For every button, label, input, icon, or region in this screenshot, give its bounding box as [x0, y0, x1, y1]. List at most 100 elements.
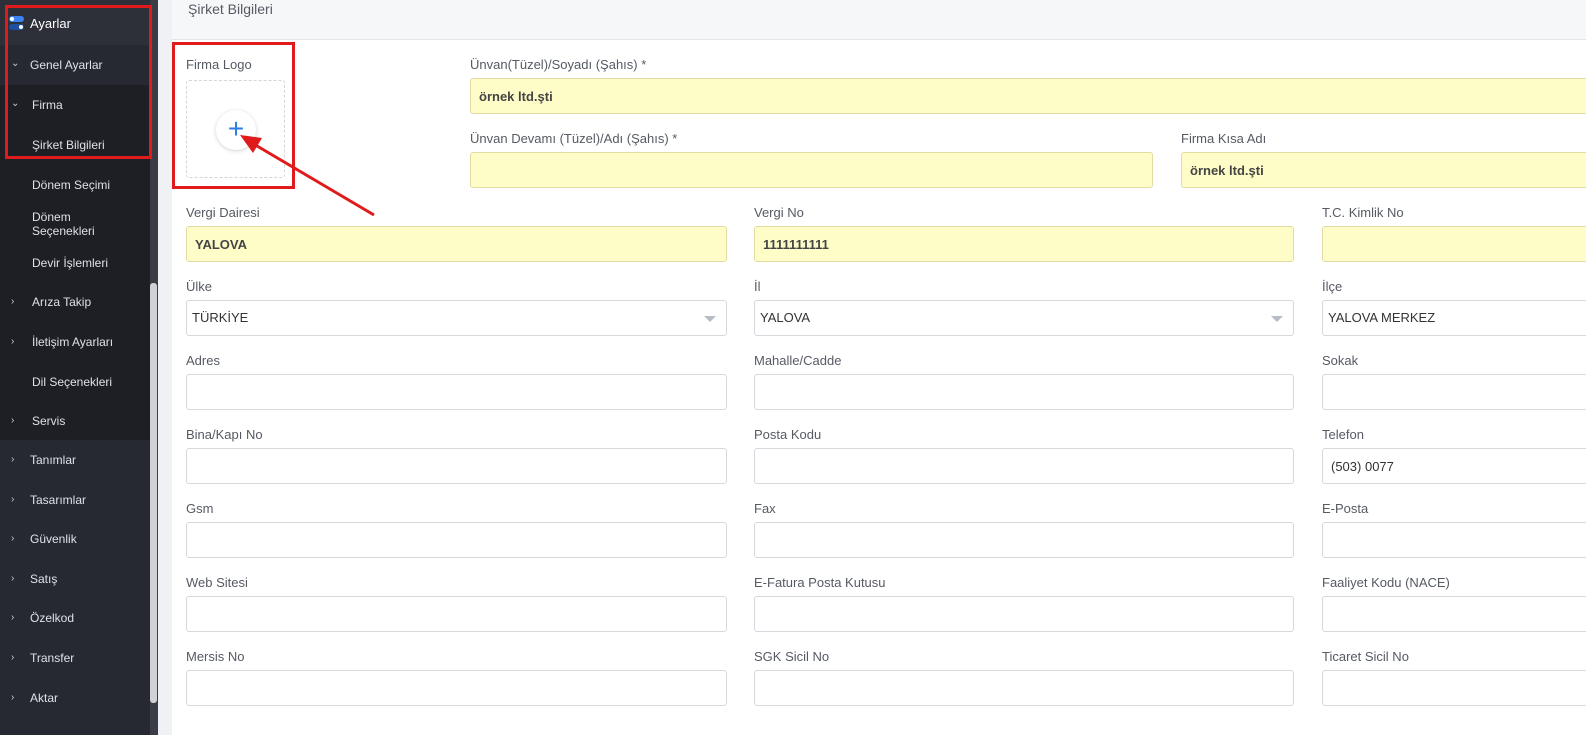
sgk-label: SGK Sicil No	[754, 649, 830, 664]
sidebar-item-donem-secenekleri[interactable]: Dönem Seçenekleri	[0, 205, 150, 245]
sidebar: Ayarlar ⌄ Genel Ayarlar ⌄ Firma Şirket B…	[0, 0, 158, 735]
sidebar-item-aktar[interactable]: › Aktar	[0, 680, 150, 720]
sidebar-item-label: Tasarımlar	[30, 493, 87, 507]
sidebar-item-satis[interactable]: › Satış	[0, 560, 150, 600]
chevron-right-icon: ›	[11, 573, 15, 584]
sidebar-item-tasarimlar[interactable]: › Tasarımlar	[0, 480, 150, 520]
fax-input[interactable]	[754, 522, 1294, 558]
telefon-input[interactable]	[1322, 448, 1586, 484]
adres-label: Adres	[186, 353, 220, 368]
sidebar-item-label: Dönem Seçenekleri	[32, 210, 95, 238]
sidebar-item-dil-secenekleri[interactable]: Dil Seçenekleri	[0, 363, 150, 403]
sidebar-title: Ayarlar	[30, 16, 71, 31]
gsm-input[interactable]	[186, 522, 727, 558]
sidebar-item-label: Dönem Seçimi	[32, 178, 111, 192]
posta-kodu-input[interactable]	[754, 448, 1294, 484]
unvan-label: Ünvan(Tüzel)/Soyadı (Şahıs) *	[470, 57, 647, 72]
chevron-right-icon: ›	[11, 494, 15, 505]
sidebar-item-donem-secimi[interactable]: Dönem Seçimi	[0, 165, 150, 205]
toggle-icon	[9, 16, 24, 30]
mahalle-label: Mahalle/Cadde	[754, 353, 842, 368]
ticaret-label: Ticaret Sicil No	[1322, 649, 1409, 664]
sokak-label: Sokak	[1322, 353, 1359, 368]
ilce-value: YALOVA MERKEZ	[1328, 310, 1436, 325]
sidebar-item-guvenlik[interactable]: › Güvenlik	[0, 520, 150, 560]
caret-down-icon	[704, 316, 716, 322]
sidebar-item-tanimlar[interactable]: › Tanımlar	[0, 440, 150, 480]
unvan-devami-label: Ünvan Devamı (Tüzel)/Adı (Şahıs) *	[470, 131, 678, 146]
sidebar-item-label: Özelkod	[30, 611, 75, 625]
sidebar-item-iletisim-ayarlari[interactable]: › İletişim Ayarları	[0, 323, 150, 363]
chevron-right-icon: ›	[11, 692, 15, 703]
sidebar-item-ariza-takip[interactable]: › Arıza Takip	[0, 283, 150, 323]
chevron-down-icon: ⌄	[11, 98, 20, 109]
eposta-input[interactable]	[1322, 522, 1586, 558]
sidebar-item-label: Transfer	[30, 651, 75, 665]
efatura-label: E-Fatura Posta Kutusu	[754, 575, 886, 590]
vergi-dairesi-label: Vergi Dairesi	[186, 205, 260, 220]
sidebar-item-transfer[interactable]: › Transfer	[0, 640, 150, 680]
chevron-right-icon: ›	[11, 612, 15, 623]
sidebar-item-label: Dil Seçenekleri	[32, 375, 113, 389]
sidebar-item-label: Genel Ayarlar	[30, 58, 103, 72]
sidebar-item-genel-ayarlar[interactable]: ⌄ Genel Ayarlar	[0, 45, 150, 85]
sidebar-item-label: Devir İşlemleri	[32, 256, 109, 270]
chevron-right-icon: ›	[11, 336, 15, 347]
sidebar-item-ozelkod[interactable]: › Özelkod	[0, 600, 150, 640]
faaliyet-input[interactable]	[1322, 596, 1586, 632]
logo-label: Firma Logo	[186, 57, 252, 72]
sidebar-item-label: İletişim Ayarları	[32, 335, 114, 349]
ilce-select[interactable]: YALOVA MERKEZ	[1322, 300, 1586, 336]
unvan-devami-input[interactable]	[470, 152, 1153, 188]
chevron-right-icon: ›	[11, 415, 15, 426]
sidebar-item-devir-islemleri[interactable]: Devir İşlemleri	[0, 245, 150, 283]
sidebar-header[interactable]: Ayarlar	[0, 0, 150, 45]
sidebar-item-label: Aktar	[30, 691, 59, 705]
sidebar-item-label: Satış	[30, 572, 58, 586]
sokak-input[interactable]	[1322, 374, 1586, 410]
chevron-right-icon: ›	[11, 296, 15, 307]
sidebar-item-label: Firma	[32, 98, 63, 112]
sidebar-scrollbar[interactable]	[150, 283, 157, 703]
ulke-label: Ülke	[186, 279, 213, 294]
sidebar-item-sirket-bilgileri[interactable]: Şirket Bilgileri	[0, 125, 150, 165]
mersis-input[interactable]	[186, 670, 727, 706]
fax-label: Fax	[754, 501, 776, 516]
plus-icon[interactable]: +	[216, 110, 256, 150]
web-label: Web Sitesi	[186, 575, 248, 590]
efatura-input[interactable]	[754, 596, 1294, 632]
sidebar-item-servis[interactable]: › Servis	[0, 403, 150, 440]
mahalle-input[interactable]	[754, 374, 1294, 410]
tc-kimlik-input[interactable]	[1322, 226, 1586, 262]
eposta-label: E-Posta	[1322, 501, 1369, 516]
ticaret-input[interactable]	[1322, 670, 1586, 706]
web-input[interactable]	[186, 596, 727, 632]
caret-down-icon	[1271, 316, 1283, 322]
il-value: YALOVA	[760, 310, 811, 325]
unvan-input[interactable]	[470, 78, 1586, 114]
bina-label: Bina/Kapı No	[186, 427, 263, 442]
sidebar-item-label: Servis	[32, 414, 66, 428]
telefon-label: Telefon	[1322, 427, 1364, 442]
vergi-no-label: Vergi No	[754, 205, 804, 220]
il-select[interactable]: YALOVA	[754, 300, 1294, 336]
sgk-input[interactable]	[754, 670, 1294, 706]
chevron-right-icon: ›	[11, 652, 15, 663]
bina-input[interactable]	[186, 448, 727, 484]
sidebar-item-label: Şirket Bilgileri	[32, 138, 105, 152]
adres-input[interactable]	[186, 374, 727, 410]
page-title: Şirket Bilgileri	[188, 1, 273, 17]
gsm-label: Gsm	[186, 501, 214, 516]
sidebar-item-label: Tanımlar	[30, 453, 77, 467]
chevron-right-icon: ›	[11, 533, 15, 544]
vergi-dairesi-input[interactable]	[186, 226, 727, 262]
vergi-no-input[interactable]	[754, 226, 1294, 262]
sidebar-item-firma[interactable]: ⌄ Firma	[0, 85, 150, 125]
kisa-adi-input[interactable]	[1181, 152, 1586, 188]
kisa-adi-label: Firma Kısa Adı	[1181, 131, 1267, 146]
ilce-label: İlçe	[1322, 279, 1343, 294]
main-panel: Şirket Bilgileri Firma Logo + Ünvan(Tüze…	[172, 0, 1586, 735]
ulke-select[interactable]: TÜRKİYE	[186, 300, 727, 336]
logo-upload-area[interactable]: +	[186, 80, 285, 178]
sidebar-item-label: Arıza Takip	[32, 295, 92, 309]
